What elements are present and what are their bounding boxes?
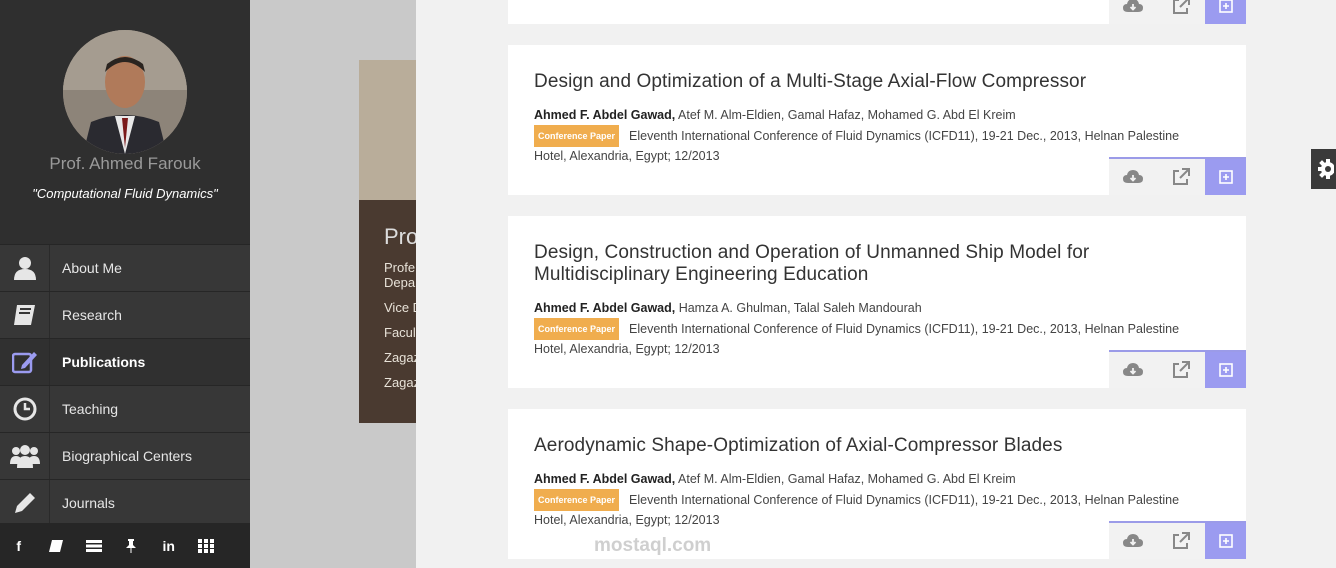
- download-button[interactable]: [1109, 523, 1157, 559]
- card-actions: [1109, 157, 1246, 195]
- expand-button[interactable]: [1205, 352, 1246, 388]
- publication-title[interactable]: Design, Construction and Operation of Un…: [534, 242, 1134, 286]
- lead-author: Ahmed F. Abdel Gawad,: [534, 108, 676, 122]
- publication-card: Design and Optimization of a Multi-Stage…: [508, 45, 1246, 195]
- pencil-icon: [0, 480, 50, 526]
- download-button[interactable]: [1109, 0, 1157, 24]
- hero-image-top: [359, 60, 416, 200]
- external-link-button[interactable]: [1157, 159, 1205, 195]
- sidebar-item-journals[interactable]: Journals: [0, 479, 250, 526]
- venue-text: Eleventh International Conference of Flu…: [534, 322, 1180, 356]
- publication-card: Design, Construction and Operation of Un…: [508, 216, 1246, 388]
- sidebar-item-label: Biographical Centers: [62, 448, 192, 464]
- plus-square-icon: [1218, 170, 1233, 184]
- sidebar-item-label: Publications: [62, 354, 146, 370]
- avatar: [63, 30, 187, 154]
- hero-line: Profe: [384, 260, 416, 275]
- sidebar-item-label: About Me: [62, 260, 122, 276]
- hero-line: Zagaz: [384, 375, 416, 390]
- plus-square-icon: [1218, 363, 1233, 377]
- conference-paper-badge: Conference Paper: [534, 318, 620, 340]
- profile-name: Prof. Ahmed Farouk: [49, 154, 201, 173]
- watermark: mostaql.com: [594, 535, 712, 556]
- sidebar-item-label: Journals: [62, 495, 115, 511]
- lead-author: Ahmed F. Abdel Gawad,: [534, 472, 676, 486]
- publication-authors: Ahmed F. Abdel Gawad, Hamza A. Ghulman, …: [534, 301, 922, 315]
- sidebar-item-teaching[interactable]: Teaching: [0, 385, 250, 432]
- hero-title: Pro: [384, 224, 416, 249]
- hero-line: Zagaz: [384, 350, 416, 365]
- external-link-icon: [1173, 0, 1190, 14]
- sidebar: Prof. Ahmed Farouk "Computational Fluid …: [0, 0, 250, 568]
- hero-line: Facul: [384, 325, 416, 340]
- expand-button[interactable]: [1205, 0, 1246, 24]
- clock-icon: [0, 386, 50, 432]
- hero-line: Vice D: [384, 300, 416, 315]
- download-button[interactable]: [1109, 352, 1157, 388]
- cloud-download-icon: [1123, 363, 1143, 376]
- social-links: f in: [0, 523, 250, 568]
- sidebar-item-research[interactable]: Research: [0, 291, 250, 338]
- publication-authors: Ahmed F. Abdel Gawad, Atef M. Alm-Eldien…: [534, 472, 1016, 486]
- venue-text: Eleventh International Conference of Flu…: [534, 129, 1180, 163]
- conference-paper-badge: Conference Paper: [534, 489, 620, 511]
- profile-tagline: "Computational Fluid Dynamics": [32, 186, 218, 201]
- edit-icon: [0, 339, 50, 385]
- hero-line: Depa: [384, 275, 416, 290]
- sidebar-item-label: Teaching: [62, 401, 119, 417]
- expand-button[interactable]: [1205, 159, 1246, 195]
- conference-paper-badge: Conference Paper: [534, 125, 620, 147]
- sidebar-nav: About Me Research Publications Teaching …: [0, 244, 250, 526]
- plus-square-icon: [1218, 0, 1233, 13]
- external-link-button[interactable]: [1157, 352, 1205, 388]
- publication-title[interactable]: Design and Optimization of a Multi-Stage…: [534, 71, 1134, 93]
- expand-button[interactable]: [1205, 523, 1246, 559]
- external-link-icon: [1173, 532, 1190, 549]
- settings-toggle[interactable]: [1311, 149, 1336, 189]
- venue-text: Eleventh International Conference of Flu…: [534, 493, 1180, 527]
- user-icon: [0, 245, 50, 291]
- users-icon: [0, 433, 50, 479]
- list-icon[interactable]: [75, 539, 113, 552]
- download-button[interactable]: [1109, 159, 1157, 195]
- pin-icon[interactable]: [113, 538, 151, 553]
- coauthors: Atef M. Alm-Eldien, Gamal Hafaz, Mohamed…: [675, 472, 1016, 486]
- gear-icon: [1317, 159, 1334, 179]
- cloud-download-icon: [1123, 170, 1143, 183]
- linkedin-icon[interactable]: in: [150, 538, 188, 554]
- cloud-download-icon: [1123, 0, 1143, 12]
- card-actions: [1109, 350, 1246, 388]
- coauthors: Atef M. Alm-Eldien, Gamal Hafaz, Mohamed…: [675, 108, 1016, 122]
- plus-square-icon: [1218, 534, 1233, 548]
- sidebar-item-label: Research: [62, 307, 122, 323]
- publication-title[interactable]: Aerodynamic Shape-Optimization of Axial-…: [534, 435, 1134, 457]
- publication-card: [508, 0, 1246, 24]
- sidebar-item-about-me[interactable]: About Me: [0, 244, 250, 291]
- lead-author: Ahmed F. Abdel Gawad,: [534, 301, 676, 315]
- card-actions: [1109, 521, 1246, 559]
- facebook-icon[interactable]: f: [0, 538, 38, 554]
- external-link-button[interactable]: [1157, 0, 1205, 24]
- grid-icon[interactable]: [188, 538, 226, 553]
- cloud-download-icon: [1123, 534, 1143, 547]
- sidebar-item-biographical-centers[interactable]: Biographical Centers: [0, 432, 250, 479]
- external-link-button[interactable]: [1157, 523, 1205, 559]
- publications-panel: Design and Optimization of a Multi-Stage…: [416, 0, 1336, 568]
- publication-authors: Ahmed F. Abdel Gawad, Atef M. Alm-Eldien…: [534, 108, 1016, 122]
- external-link-icon: [1173, 361, 1190, 378]
- book-icon: [0, 292, 50, 338]
- book-icon[interactable]: [38, 539, 76, 552]
- external-link-icon: [1173, 168, 1190, 185]
- coauthors: Hamza A. Ghulman, Talal Saleh Mandourah: [675, 301, 922, 315]
- card-actions: [1109, 0, 1246, 24]
- sidebar-item-publications[interactable]: Publications: [0, 338, 250, 385]
